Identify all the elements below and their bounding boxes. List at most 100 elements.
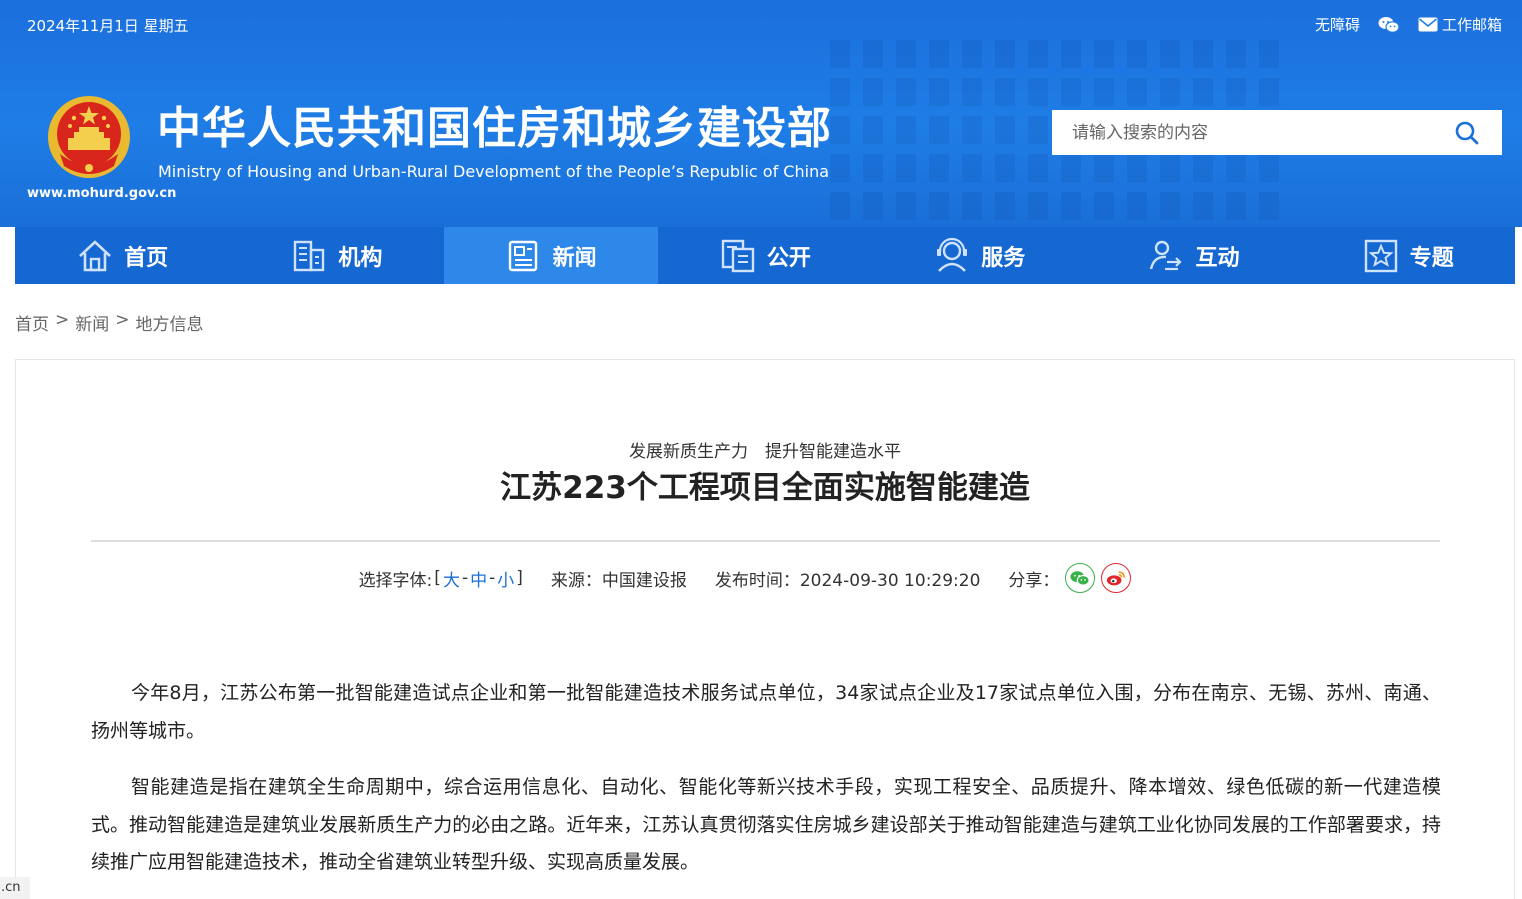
building-window bbox=[1160, 78, 1180, 106]
building-window bbox=[962, 78, 982, 106]
article-source: 来源：中国建设报 bbox=[550, 570, 687, 591]
site-header: 2024年11月1日 星期五 无障碍 工作邮箱 中华人民共和国住房和城乡建设部 … bbox=[0, 0, 1522, 227]
building-window bbox=[896, 40, 916, 68]
wechat-icon bbox=[1378, 16, 1400, 33]
nav-item-service[interactable]: 服务 bbox=[872, 227, 1086, 284]
nav-item-home[interactable]: 首页 bbox=[15, 227, 229, 284]
building-window bbox=[830, 78, 850, 106]
article-publish-time: 发布时间：2024-09-30 10:29:20 bbox=[714, 570, 981, 591]
building-icon bbox=[294, 240, 325, 271]
building-window bbox=[1028, 154, 1048, 182]
building-window bbox=[896, 78, 916, 106]
nav-item-organization[interactable]: 机构 bbox=[229, 227, 443, 284]
breadcrumb-local-info[interactable]: 地方信息 bbox=[136, 310, 204, 335]
building-window bbox=[929, 192, 949, 220]
wechat-icon bbox=[1070, 570, 1091, 586]
font-bracket-open: [ bbox=[434, 568, 441, 588]
document-icon bbox=[721, 239, 755, 272]
font-large-button[interactable]: 大 bbox=[443, 566, 460, 591]
breadcrumb-home[interactable]: 首页 bbox=[15, 310, 49, 335]
article-meta: 选择字体: [ 大 - 中 - 小 ] 来源：中国建设报 发布时间：2024-0… bbox=[16, 563, 1514, 593]
building-window bbox=[1061, 192, 1081, 220]
building-window bbox=[962, 40, 982, 68]
article-title: 江苏223个工程项目全面实施智能建造 bbox=[500, 470, 1030, 506]
building-window bbox=[1094, 192, 1114, 220]
building-window bbox=[929, 40, 949, 68]
building-window bbox=[1193, 78, 1213, 106]
corner-domain-tag: .cn bbox=[0, 877, 30, 899]
nav-label-service: 服务 bbox=[981, 245, 1026, 271]
building-window bbox=[962, 116, 982, 144]
share-wechat-button[interactable] bbox=[1065, 563, 1096, 593]
mail-icon bbox=[1418, 17, 1438, 32]
nav-label-news: 新闻 bbox=[552, 245, 597, 271]
building-window bbox=[1127, 40, 1147, 68]
top-links: 无障碍 工作邮箱 bbox=[1315, 14, 1502, 35]
site-title[interactable]: 中华人民共和国住房和城乡建设部 bbox=[157, 100, 832, 158]
building-window bbox=[1259, 78, 1279, 106]
site-url: www.mohurd.gov.cn bbox=[27, 186, 177, 201]
breadcrumb: 首页 > 新闻 > 地方信息 bbox=[15, 310, 204, 335]
nav-item-topics[interactable]: 专题 bbox=[1301, 227, 1515, 284]
accessibility-label: 无障碍 bbox=[1314, 16, 1360, 34]
building-window bbox=[995, 192, 1015, 220]
building-window bbox=[1028, 78, 1048, 106]
national-emblem-icon[interactable] bbox=[46, 94, 132, 180]
search-input[interactable] bbox=[1052, 110, 1432, 155]
building-window bbox=[1094, 40, 1114, 68]
nav-label-public: 公开 bbox=[766, 245, 811, 271]
wechat-link[interactable] bbox=[1378, 16, 1400, 34]
search-button[interactable] bbox=[1432, 110, 1502, 155]
breadcrumb-separator: > bbox=[55, 310, 70, 330]
work-email-link[interactable]: 工作邮箱 bbox=[1418, 14, 1502, 35]
nav-label-home: 首页 bbox=[124, 245, 169, 271]
search-icon bbox=[1455, 121, 1479, 144]
article-pre-title: 发展新质生产力 提升智能建造水平 bbox=[629, 442, 901, 462]
font-small-button[interactable]: 小 bbox=[497, 566, 514, 591]
building-window bbox=[1259, 40, 1279, 68]
building-window bbox=[1226, 78, 1246, 106]
building-window bbox=[1028, 40, 1048, 68]
weibo-icon bbox=[1107, 570, 1126, 585]
nav-item-news[interactable]: 新闻 bbox=[443, 227, 658, 284]
breadcrumb-news[interactable]: 新闻 bbox=[75, 310, 109, 335]
main-nav: 首页 机构 新闻 公开 服务 互动 专题 bbox=[15, 227, 1515, 284]
building-window bbox=[929, 78, 949, 106]
building-window bbox=[995, 154, 1015, 182]
nav-item-interact[interactable]: 互动 bbox=[1086, 227, 1300, 284]
font-sep: - bbox=[489, 568, 496, 588]
font-medium-button[interactable]: 中 bbox=[470, 566, 487, 591]
building-window bbox=[1160, 192, 1180, 220]
building-window bbox=[1094, 154, 1114, 182]
building-window bbox=[863, 154, 883, 182]
nav-label-interact: 互动 bbox=[1195, 245, 1240, 271]
accessibility-link[interactable]: 无障碍 bbox=[1315, 14, 1360, 35]
article-container: 发展新质生产力 提升智能建造水平 江苏223个工程项目全面实施智能建造 选择字体… bbox=[15, 359, 1515, 899]
building-window bbox=[1193, 40, 1213, 68]
service-icon bbox=[937, 237, 968, 272]
building-window bbox=[1127, 192, 1147, 220]
building-window bbox=[830, 192, 850, 220]
current-date: 2024年11月1日 星期五 bbox=[27, 17, 189, 35]
nav-label-organization: 机构 bbox=[338, 245, 383, 271]
nav-item-public[interactable]: 公开 bbox=[658, 227, 872, 284]
building-window bbox=[896, 192, 916, 220]
building-window bbox=[929, 116, 949, 144]
title-divider bbox=[91, 540, 1440, 542]
font-size-label: 选择字体: bbox=[358, 570, 433, 591]
building-window bbox=[962, 192, 982, 220]
building-window bbox=[1061, 78, 1081, 106]
share-weibo-button[interactable] bbox=[1101, 563, 1132, 593]
font-bracket-close: ] bbox=[516, 568, 523, 588]
building-window bbox=[830, 40, 850, 68]
building-window bbox=[1193, 154, 1213, 182]
site-subtitle: Ministry of Housing and Urban-Rural Deve… bbox=[158, 162, 830, 181]
interact-icon bbox=[1150, 240, 1183, 270]
star-icon bbox=[1364, 239, 1397, 272]
building-window bbox=[1226, 40, 1246, 68]
work-email-label: 工作邮箱 bbox=[1441, 16, 1502, 34]
font-size-selector: 选择字体: [ 大 - 中 - 小 ] bbox=[359, 566, 523, 591]
search-box bbox=[1052, 110, 1502, 155]
building-window bbox=[830, 116, 850, 144]
building-window bbox=[896, 116, 916, 144]
